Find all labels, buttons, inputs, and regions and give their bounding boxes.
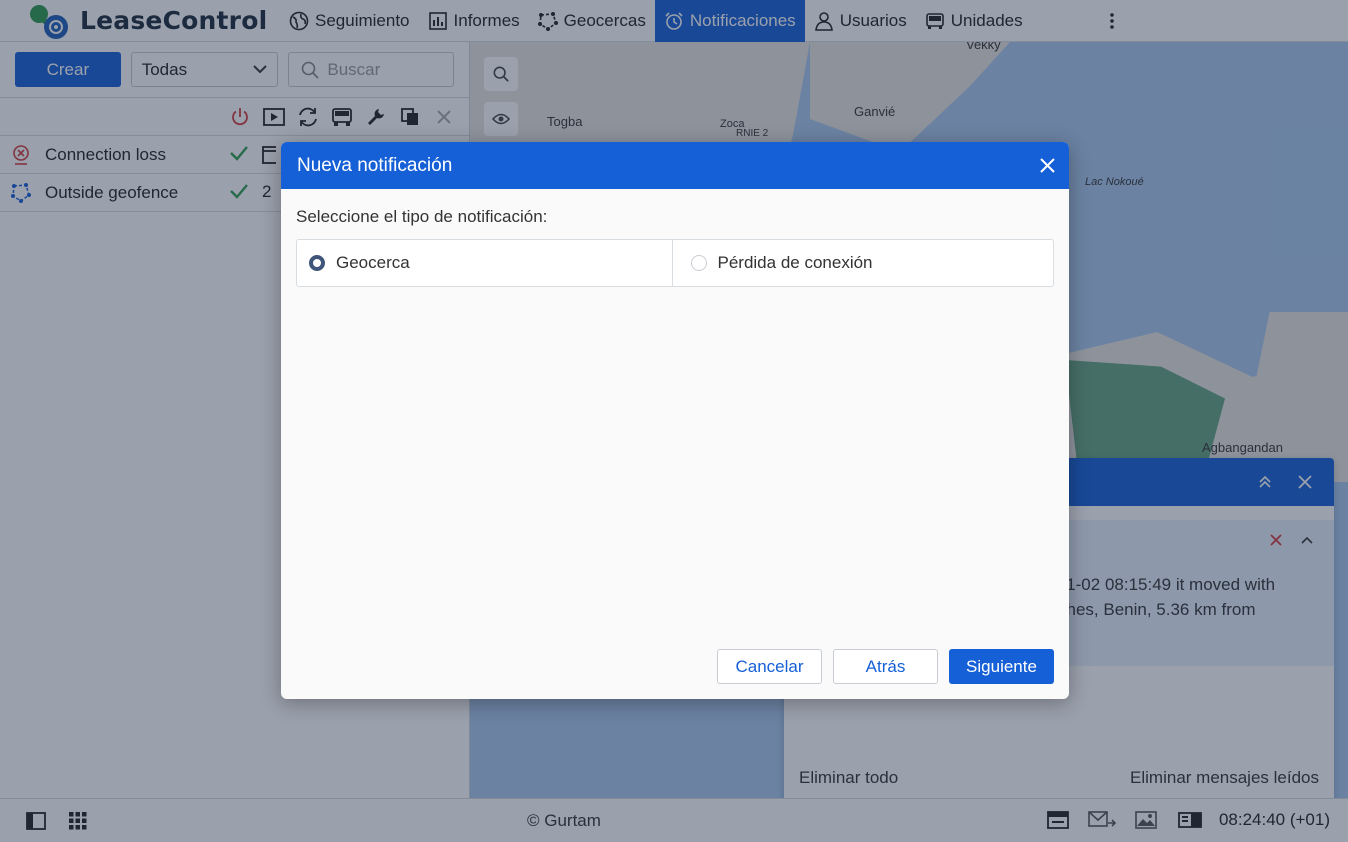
radio-button[interactable] [690,255,707,271]
notification-type-group: Geocerca Pérdida de conexión [296,239,1054,287]
dialog-header: Nueva notificación [281,142,1069,189]
dialog-footer: Cancelar Atrás Siguiente [706,649,1054,684]
dialog-prompt: Seleccione el tipo de notificación: [296,207,548,226]
back-button[interactable]: Atrás [833,649,938,684]
dialog-close-button[interactable] [1040,158,1055,173]
option-label: Pérdida de conexión [717,253,873,272]
new-notification-dialog: Nueva notificación Seleccione el tipo de… [281,142,1069,699]
dialog-title: Nueva notificación [297,154,453,176]
option-perdida-conexion[interactable]: Pérdida de conexión [671,240,1054,286]
option-label: Geocerca [336,253,410,272]
next-button[interactable]: Siguiente [949,649,1054,684]
radio-button[interactable] [309,255,325,271]
dialog-body: Seleccione el tipo de notificación: Geoc… [281,189,1069,287]
cancel-button[interactable]: Cancelar [717,649,822,684]
close-icon [1040,158,1055,173]
option-geocerca[interactable]: Geocerca [297,240,672,286]
